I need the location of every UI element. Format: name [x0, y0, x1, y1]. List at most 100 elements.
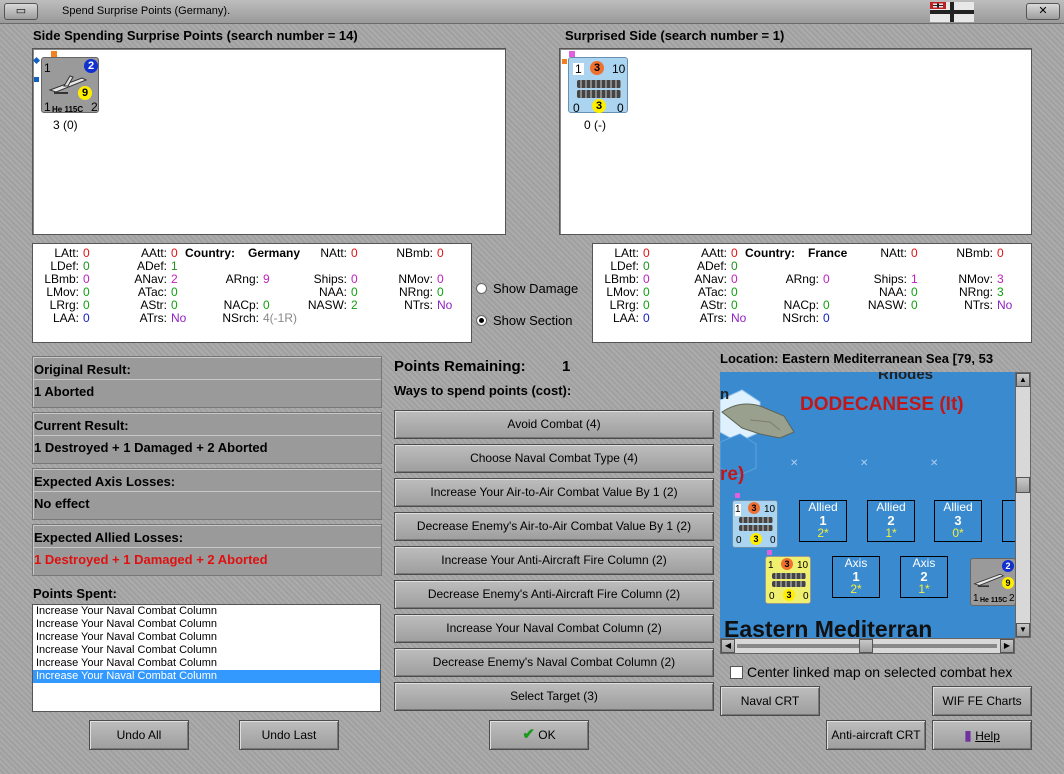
list-item[interactable]: Increase Your Naval Combat Column	[33, 657, 380, 670]
anti-aircraft-crt-button[interactable]: Anti-aircraft CRT	[826, 720, 926, 750]
result-text: 1 Destroyed + 1 Damaged + 2 Aborted	[34, 440, 268, 455]
list-item[interactable]: Increase Your Naval Combat Column	[33, 644, 380, 657]
ship-silhouette-icon	[577, 90, 621, 98]
help-button[interactable]: ▮ Help	[932, 720, 1032, 750]
system-menu-button[interactable]: ▭	[4, 3, 38, 20]
list-item[interactable]: Increase Your Naval Combat Column	[33, 631, 380, 644]
list-item[interactable]: Increase Your Naval Combat Column	[33, 605, 380, 618]
radio-label: Show Damage	[493, 281, 579, 296]
stat-label: NMov:	[398, 272, 433, 286]
stat-label: LBmb:	[604, 272, 639, 286]
unit-value: 0	[736, 535, 742, 546]
allied-combat-box-2[interactable]: Allied 2 1*	[867, 500, 915, 542]
stat-value: 0	[83, 272, 90, 286]
unit-value: 0	[769, 591, 775, 602]
axis-combat-box-2[interactable]: Axis 2 1*	[900, 556, 948, 598]
french-ship-counter[interactable]: 1 3 10 0 3 0	[568, 57, 628, 115]
stat-value: 9	[263, 272, 270, 286]
ship-silhouette-icon	[739, 517, 773, 523]
list-item[interactable]: Increase Your Naval Combat Column	[33, 618, 380, 631]
close-button[interactable]: ✕	[1026, 3, 1060, 20]
decrease-enemy-anti-aircraft-button[interactable]: Decrease Enemy's Anti-Aircraft Fire Colu…	[394, 580, 714, 609]
stat-value: No	[437, 298, 453, 312]
map-label-fragment: n	[720, 386, 730, 403]
seaplane-icon	[973, 573, 1005, 587]
increase-air-to-air-button[interactable]: Increase Your Air-to-Air Combat Value By…	[394, 478, 714, 507]
stat-label: LBmb:	[44, 272, 79, 286]
unit-value: 9	[1002, 577, 1014, 589]
left-header: Side Spending Surprise Points (search nu…	[33, 28, 358, 43]
wif-fe-charts-button[interactable]: WIF FE Charts	[932, 686, 1032, 716]
book-icon: ▮	[964, 727, 972, 743]
map-he115c-counter[interactable]: 2 9 1 He 115C 2	[970, 558, 1015, 606]
axis-combat-box-1[interactable]: Axis 1 2*	[832, 556, 880, 598]
result-text: 1 Destroyed + 1 Damaged + 2 Aborted	[34, 552, 268, 567]
scroll-up-icon[interactable]: ▲	[1016, 373, 1030, 387]
increase-naval-combat-button[interactable]: Increase Your Naval Combat Column (2)	[394, 614, 714, 643]
increase-anti-aircraft-button[interactable]: Increase Your Anti-Aircraft Fire Column …	[394, 546, 714, 575]
undo-last-button[interactable]: Undo Last	[239, 720, 339, 750]
center-linked-checkbox[interactable]: Center linked map on selected combat hex	[730, 664, 1012, 680]
stat-label: NRng:	[398, 285, 433, 299]
choose-naval-combat-type-button[interactable]: Choose Naval Combat Type (4)	[394, 444, 714, 473]
stat-label: ATac:	[697, 285, 727, 299]
stat-label: LMov:	[46, 285, 79, 299]
unit-value: 3	[781, 558, 793, 570]
scroll-thumb[interactable]	[859, 639, 873, 653]
list-item-selected[interactable]: Increase Your Naval Combat Column	[33, 670, 380, 683]
scroll-right-icon[interactable]: ▶	[1000, 639, 1014, 653]
stat-value: 0	[263, 298, 270, 312]
avoid-combat-button[interactable]: Avoid Combat (4)	[394, 410, 714, 439]
stat-label: ARng:	[785, 272, 819, 286]
marker-icon	[735, 493, 740, 498]
unit-value: 3	[783, 589, 795, 601]
unit-value: 3	[750, 533, 762, 545]
stat-value: 0	[731, 246, 738, 260]
stat-label: NBmb:	[396, 246, 433, 260]
stat-value: 0	[731, 298, 738, 312]
show-damage-radio[interactable]: Show Damage	[476, 281, 578, 296]
points-remaining-value: 1	[562, 358, 571, 375]
scroll-down-icon[interactable]: ▼	[1016, 623, 1030, 637]
box-value: 0*	[952, 526, 964, 540]
spending-side-stats: LAtt: 0 AAtt: 0 NAtt: 0 NBmb: 0 LDef: 0 ADef: 1 LBmb…	[32, 243, 472, 343]
allied-combat-box-1[interactable]: Allied 1 2*	[799, 500, 847, 542]
scroll-thumb[interactable]	[1016, 477, 1030, 493]
stat-value: 0	[83, 259, 90, 273]
checkbox-icon	[730, 666, 743, 679]
map-label-dodecanese: DODECANESE (It)	[800, 394, 964, 415]
stat-label: ADef:	[136, 259, 167, 273]
stat-label: NTrs:	[964, 298, 993, 312]
undo-all-button[interactable]: Undo All	[89, 720, 189, 750]
stat-label: Ships:	[873, 272, 907, 286]
map-horizontal-scrollbar[interactable]: ◀ ▶	[720, 638, 1015, 654]
stat-label: NSrch:	[782, 311, 819, 325]
radio-icon	[476, 283, 487, 294]
allied-combat-box-3[interactable]: Allied 3 0*	[934, 500, 982, 542]
points-spent-list[interactable]: Increase Your Naval Combat Column Increa…	[32, 604, 381, 712]
marker-icon	[32, 56, 41, 65]
decrease-enemy-air-to-air-button[interactable]: Decrease Enemy's Air-to-Air Combat Value…	[394, 512, 714, 541]
map-french-ship-counter[interactable]: 1 3 10 0 3 0	[732, 500, 778, 548]
unit-value: 0	[573, 101, 580, 115]
select-target-button[interactable]: Select Target (3)	[394, 682, 714, 711]
show-section-radio[interactable]: Show Section	[476, 313, 573, 328]
stat-value: No	[171, 311, 187, 325]
naval-crt-button[interactable]: Naval CRT	[720, 686, 820, 716]
stat-value: 0	[643, 298, 650, 312]
scroll-left-icon[interactable]: ◀	[721, 639, 735, 653]
stat-value: 3	[997, 272, 1004, 286]
ok-button[interactable]: ✔ OK	[489, 720, 589, 750]
stat-label: LAA:	[612, 311, 639, 325]
map-vertical-scrollbar[interactable]: ▲ ▼	[1015, 372, 1031, 638]
unit-value: 1	[735, 504, 741, 516]
radio-label: Show Section	[493, 313, 573, 328]
stat-value: 0	[171, 246, 178, 260]
allied-losses-box: Expected Allied Losses: 1 Destroyed + 1 D…	[32, 524, 382, 576]
decrease-enemy-naval-combat-button[interactable]: Decrease Enemy's Naval Combat Column (2)	[394, 648, 714, 677]
ship-silhouette-icon	[772, 581, 806, 587]
map-axis-ship-counter[interactable]: 1 3 10 0 3 0	[765, 556, 811, 604]
he115c-unit-counter[interactable]: 1 2 9 1 He 115C 2	[41, 57, 99, 114]
stat-value: 0	[351, 246, 358, 260]
combat-map[interactable]: ✕ ✕ ✕ Rhodes n DODECANESE (It) re) 1 3 1…	[720, 372, 1015, 638]
